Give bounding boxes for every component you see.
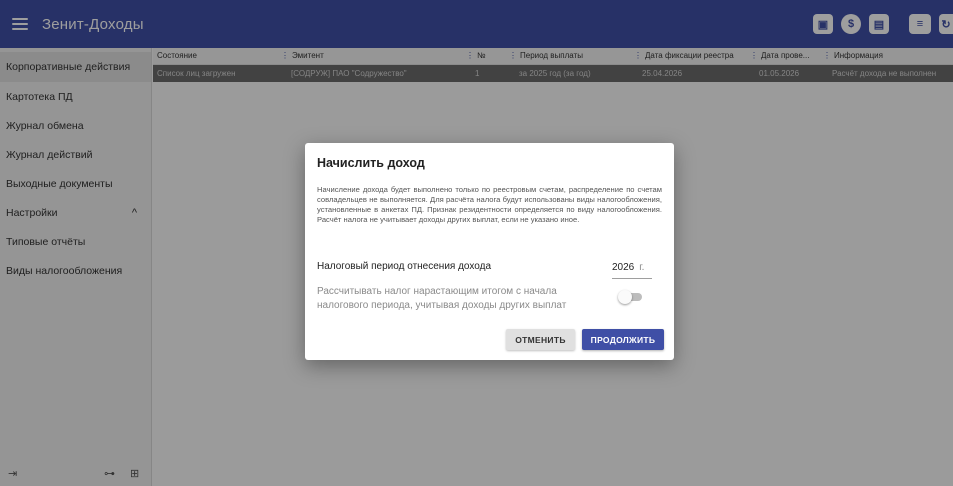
accrue-income-dialog: Начислить доход Начисление дохода будет … [305,143,674,360]
tax-period-label: Налоговый период отнесения дохода [317,261,492,272]
cumulative-tax-label: Рассчитывать налог нарастающим итогом с … [317,286,567,311]
dialog-description: Начисление дохода будет выполнено только… [317,185,662,224]
year-unit: г. [639,262,645,273]
continue-button[interactable]: ПРОДОЛЖИТЬ [582,329,664,350]
toggle-knob [618,290,632,304]
tax-period-year-field[interactable]: 2026 г. [612,257,652,279]
dialog-title: Начислить доход [317,156,425,170]
year-value: 2026 [612,262,635,273]
cumulative-tax-toggle[interactable] [618,290,642,304]
cancel-button[interactable]: ОТМЕНИТЬ [506,329,575,350]
